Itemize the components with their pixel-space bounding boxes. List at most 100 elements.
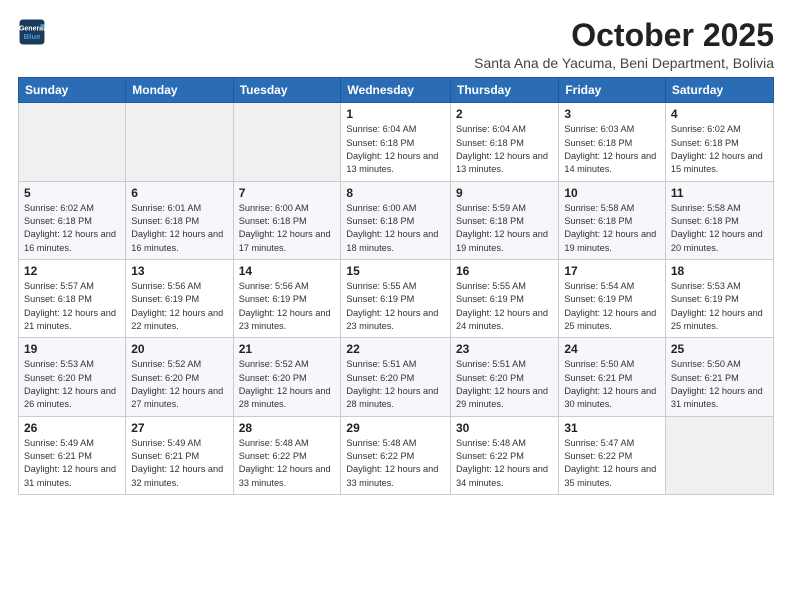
day-number: 29 — [346, 421, 445, 435]
col-monday: Monday — [126, 78, 233, 103]
calendar-week-row-4: 19Sunrise: 5:53 AM Sunset: 6:20 PM Dayli… — [19, 338, 774, 416]
calendar-cell: 26Sunrise: 5:49 AM Sunset: 6:21 PM Dayli… — [19, 416, 126, 494]
day-number: 27 — [131, 421, 227, 435]
location-title: Santa Ana de Yacuma, Beni Department, Bo… — [474, 55, 774, 71]
calendar-cell: 22Sunrise: 5:51 AM Sunset: 6:20 PM Dayli… — [341, 338, 451, 416]
calendar-cell: 27 Sunrise: 5:49 AM Sunset: 6:21 PM Dayli… — [126, 416, 233, 494]
day-info: Sunrise: 5:55 AM Sunset: 6:19 PM Dayligh… — [456, 280, 553, 333]
day-number: 28 — [239, 421, 336, 435]
day-number: 4 — [671, 107, 768, 121]
day-number: 23 — [456, 342, 553, 356]
calendar-cell: 10 Sunrise: 5:58 AM Sunset: 6:18 PM Dayli… — [559, 181, 666, 259]
day-info: Sunrise: 5:58 AM Sunset: 6:18 PM Dayligh… — [564, 202, 660, 255]
day-info: Sunrise: 5:56 AM Sunset: 6:19 PM Dayligh… — [131, 280, 227, 333]
day-number: 30 — [456, 421, 553, 435]
day-number: 6 — [131, 186, 227, 200]
calendar-cell: 20 Sunrise: 5:52 AM Sunset: 6:20 PM Dayli… — [126, 338, 233, 416]
title-block: October 2025 Santa Ana de Yacuma, Beni D… — [474, 18, 774, 71]
day-number: 18 — [671, 264, 768, 278]
day-info: Sunrise: 6:02 AM Sunset: 6:18 PM Dayligh… — [24, 202, 120, 255]
calendar-week-row-5: 26Sunrise: 5:49 AM Sunset: 6:21 PM Dayli… — [19, 416, 774, 494]
day-number: 7 — [239, 186, 336, 200]
day-info: Sunrise: 6:02 AM Sunset: 6:18 PM Dayligh… — [671, 123, 768, 176]
calendar-cell: 9 Sunrise: 5:59 AM Sunset: 6:18 PM Daylig… — [451, 181, 559, 259]
day-number: 10 — [564, 186, 660, 200]
calendar-cell: 16Sunrise: 5:55 AM Sunset: 6:19 PM Dayli… — [451, 259, 559, 337]
calendar-cell: 24 Sunrise: 5:50 AM Sunset: 6:21 PM Dayli… — [559, 338, 666, 416]
day-number: 22 — [346, 342, 445, 356]
day-info: Sunrise: 5:50 AM Sunset: 6:21 PM Dayligh… — [671, 358, 768, 411]
calendar-cell: 19Sunrise: 5:53 AM Sunset: 6:20 PM Dayli… — [19, 338, 126, 416]
day-info: Sunrise: 5:55 AM Sunset: 6:19 PM Dayligh… — [346, 280, 445, 333]
page: General Blue October 2025 Santa Ana de Y… — [0, 0, 792, 612]
calendar-cell: 11Sunrise: 5:58 AM Sunset: 6:18 PM Dayli… — [665, 181, 773, 259]
calendar-cell — [19, 103, 126, 181]
day-number: 2 — [456, 107, 553, 121]
calendar-cell: 3 Sunrise: 6:03 AM Sunset: 6:18 PM Daylig… — [559, 103, 666, 181]
day-info: Sunrise: 5:53 AM Sunset: 6:19 PM Dayligh… — [671, 280, 768, 333]
day-info: Sunrise: 5:49 AM Sunset: 6:21 PM Dayligh… — [131, 437, 227, 490]
calendar-week-row-1: 1 Sunrise: 6:04 AM Sunset: 6:18 PM Daylig… — [19, 103, 774, 181]
logo-icon: General Blue — [18, 18, 46, 46]
day-info: Sunrise: 6:04 AM Sunset: 6:18 PM Dayligh… — [456, 123, 553, 176]
day-info: Sunrise: 5:59 AM Sunset: 6:18 PM Dayligh… — [456, 202, 553, 255]
logo: General Blue — [18, 18, 46, 46]
day-number: 24 — [564, 342, 660, 356]
day-number: 5 — [24, 186, 120, 200]
day-number: 11 — [671, 186, 768, 200]
calendar-cell: 17 Sunrise: 5:54 AM Sunset: 6:19 PM Dayli… — [559, 259, 666, 337]
calendar-cell: 28 Sunrise: 5:48 AM Sunset: 6:22 PM Dayli… — [233, 416, 341, 494]
calendar-cell: 14Sunrise: 5:56 AM Sunset: 6:19 PM Dayli… — [233, 259, 341, 337]
day-info: Sunrise: 5:50 AM Sunset: 6:21 PM Dayligh… — [564, 358, 660, 411]
calendar-cell: 21 Sunrise: 5:52 AM Sunset: 6:20 PM Dayli… — [233, 338, 341, 416]
col-wednesday: Wednesday — [341, 78, 451, 103]
calendar-cell: 2 Sunrise: 6:04 AM Sunset: 6:18 PM Daylig… — [451, 103, 559, 181]
day-info: Sunrise: 5:48 AM Sunset: 6:22 PM Dayligh… — [346, 437, 445, 490]
calendar-cell: 7Sunrise: 6:00 AM Sunset: 6:18 PM Daylig… — [233, 181, 341, 259]
calendar-cell: 29 Sunrise: 5:48 AM Sunset: 6:22 PM Dayli… — [341, 416, 451, 494]
day-info: Sunrise: 5:54 AM Sunset: 6:19 PM Dayligh… — [564, 280, 660, 333]
day-number: 3 — [564, 107, 660, 121]
day-number: 13 — [131, 264, 227, 278]
day-number: 21 — [239, 342, 336, 356]
calendar-cell: 25 Sunrise: 5:50 AM Sunset: 6:21 PM Dayli… — [665, 338, 773, 416]
day-number: 25 — [671, 342, 768, 356]
day-number: 31 — [564, 421, 660, 435]
calendar-cell: 1 Sunrise: 6:04 AM Sunset: 6:18 PM Daylig… — [341, 103, 451, 181]
day-number: 14 — [239, 264, 336, 278]
day-info: Sunrise: 6:00 AM Sunset: 6:18 PM Dayligh… — [346, 202, 445, 255]
day-number: 17 — [564, 264, 660, 278]
day-info: Sunrise: 5:48 AM Sunset: 6:22 PM Dayligh… — [456, 437, 553, 490]
day-info: Sunrise: 5:49 AM Sunset: 6:21 PM Dayligh… — [24, 437, 120, 490]
day-number: 1 — [346, 107, 445, 121]
day-info: Sunrise: 6:03 AM Sunset: 6:18 PM Dayligh… — [564, 123, 660, 176]
calendar-cell: 6 Sunrise: 6:01 AM Sunset: 6:18 PM Daylig… — [126, 181, 233, 259]
day-number: 9 — [456, 186, 553, 200]
calendar-header-row: Sunday Monday Tuesday Wednesday Thursday… — [19, 78, 774, 103]
day-info: Sunrise: 5:57 AM Sunset: 6:18 PM Dayligh… — [24, 280, 120, 333]
calendar-week-row-3: 12Sunrise: 5:57 AM Sunset: 6:18 PM Dayli… — [19, 259, 774, 337]
calendar-cell: 18 Sunrise: 5:53 AM Sunset: 6:19 PM Dayli… — [665, 259, 773, 337]
day-number: 20 — [131, 342, 227, 356]
calendar-cell — [665, 416, 773, 494]
calendar-cell: 30 Sunrise: 5:48 AM Sunset: 6:22 PM Dayli… — [451, 416, 559, 494]
day-info: Sunrise: 5:51 AM Sunset: 6:20 PM Dayligh… — [456, 358, 553, 411]
day-number: 8 — [346, 186, 445, 200]
day-number: 15 — [346, 264, 445, 278]
calendar-cell — [126, 103, 233, 181]
svg-text:Blue: Blue — [24, 32, 42, 41]
calendar-cell: 31Sunrise: 5:47 AM Sunset: 6:22 PM Dayli… — [559, 416, 666, 494]
calendar-cell: 13 Sunrise: 5:56 AM Sunset: 6:19 PM Dayli… — [126, 259, 233, 337]
calendar-cell — [233, 103, 341, 181]
day-info: Sunrise: 5:52 AM Sunset: 6:20 PM Dayligh… — [131, 358, 227, 411]
col-tuesday: Tuesday — [233, 78, 341, 103]
day-info: Sunrise: 5:53 AM Sunset: 6:20 PM Dayligh… — [24, 358, 120, 411]
day-info: Sunrise: 5:52 AM Sunset: 6:20 PM Dayligh… — [239, 358, 336, 411]
day-info: Sunrise: 6:04 AM Sunset: 6:18 PM Dayligh… — [346, 123, 445, 176]
day-info: Sunrise: 5:48 AM Sunset: 6:22 PM Dayligh… — [239, 437, 336, 490]
calendar-cell: 4 Sunrise: 6:02 AM Sunset: 6:18 PM Daylig… — [665, 103, 773, 181]
col-saturday: Saturday — [665, 78, 773, 103]
calendar-cell: 8 Sunrise: 6:00 AM Sunset: 6:18 PM Daylig… — [341, 181, 451, 259]
calendar-cell: 5 Sunrise: 6:02 AM Sunset: 6:18 PM Daylig… — [19, 181, 126, 259]
day-info: Sunrise: 6:01 AM Sunset: 6:18 PM Dayligh… — [131, 202, 227, 255]
